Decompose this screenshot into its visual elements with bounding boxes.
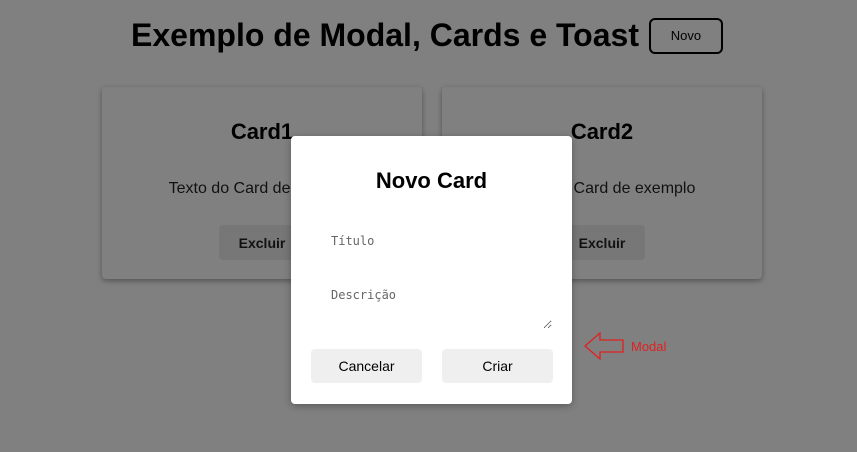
modal-title: Novo Card [375,168,488,193]
title-input[interactable] [311,226,552,256]
arrow-left-icon [584,331,624,361]
page-title: Exemplo de Modal, Cards e Toast [131,17,639,53]
annotation-label: Modal [631,338,667,354]
new-card-button[interactable]: Novo [648,17,723,54]
description-textarea[interactable] [311,284,552,329]
create-button[interactable]: Criar [442,349,553,383]
modal-annotation: Modal [583,331,666,361]
cancel-button[interactable]: Cancelar [311,349,422,383]
new-card-modal: Novo Card Cancelar Criar [291,136,572,404]
page-header: Exemplo de Modal, Cards e Toast Novo [131,17,723,54]
